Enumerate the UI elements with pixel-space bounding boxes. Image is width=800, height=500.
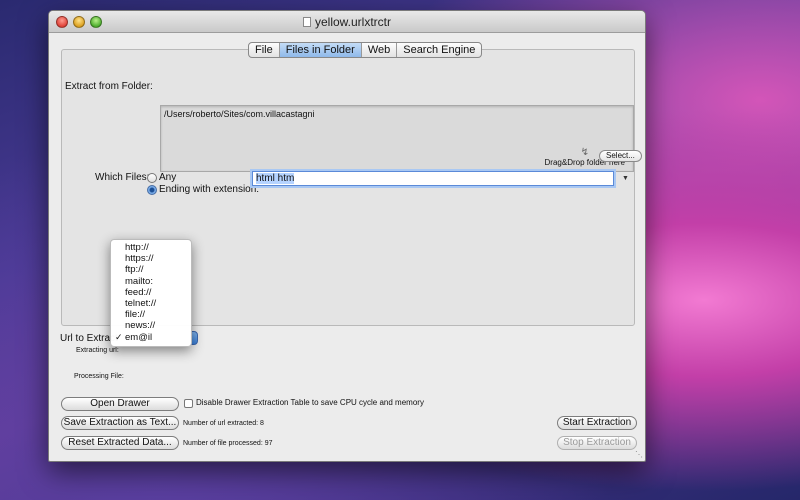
menu-item-label: mailto: bbox=[125, 275, 153, 287]
reset-extracted-data-button[interactable]: Reset Extracted Data... bbox=[61, 436, 179, 450]
which-files-label: Which Files: bbox=[95, 172, 150, 183]
stop-extraction-button: Stop Extraction bbox=[557, 436, 637, 450]
disable-drawer-checkbox[interactable] bbox=[184, 399, 193, 408]
document-icon bbox=[302, 17, 311, 27]
start-extraction-button[interactable]: Start Extraction bbox=[557, 416, 637, 430]
disable-drawer-label: Disable Drawer Extraction Table to save … bbox=[196, 398, 424, 407]
menu-item-http[interactable]: http:// bbox=[111, 242, 191, 253]
menu-item-telnet[interactable]: telnet:// bbox=[111, 298, 191, 309]
extract-folder-label: Extract from Folder: bbox=[65, 81, 153, 92]
menu-item-label: https:// bbox=[125, 253, 154, 265]
radio-any[interactable] bbox=[147, 173, 157, 183]
menu-item-label: http:// bbox=[125, 242, 149, 253]
title-bar[interactable]: yellow.urlxtrctr bbox=[49, 11, 645, 33]
url-type-menu: http:// https:// ftp:// mailto: feed:// … bbox=[110, 239, 192, 347]
tab-search-engine[interactable]: Search Engine bbox=[397, 43, 481, 57]
menu-item-mailto[interactable]: mailto: bbox=[111, 276, 191, 287]
tab-files-in-folder[interactable]: Files in Folder bbox=[279, 43, 362, 57]
menu-item-ftp[interactable]: ftp:// bbox=[111, 264, 191, 275]
menu-item-label: em@il bbox=[125, 331, 153, 343]
menu-item-https[interactable]: https:// bbox=[111, 253, 191, 264]
tab-file[interactable]: File bbox=[249, 43, 280, 57]
radio-ending-with-extension[interactable] bbox=[147, 185, 157, 195]
app-window: yellow.urlxtrctr File Files in Folder We… bbox=[48, 10, 646, 462]
select-folder-button[interactable]: Select... bbox=[599, 150, 642, 162]
tab-web[interactable]: Web bbox=[362, 43, 398, 57]
extracting-url-label: Extracting url: bbox=[76, 347, 119, 354]
menu-item-file[interactable]: file:// bbox=[111, 309, 191, 320]
extension-input-value: html htm bbox=[256, 173, 295, 184]
menu-item-label: feed:// bbox=[125, 286, 152, 298]
menu-item-label: news:// bbox=[125, 320, 156, 332]
window-title-text: yellow.urlxtrctr bbox=[314, 15, 391, 29]
window-title: yellow.urlxtrctr bbox=[49, 15, 645, 29]
folder-drop-zone[interactable]: /Users/roberto/Sites/com.villacastagni ↯… bbox=[160, 105, 634, 172]
menu-item-feed[interactable]: feed:// bbox=[111, 287, 191, 298]
extension-dropdown-arrow-icon[interactable]: ▼ bbox=[622, 175, 629, 182]
menu-item-news[interactable]: news:// bbox=[111, 320, 191, 331]
open-drawer-button[interactable]: Open Drawer bbox=[61, 397, 179, 411]
radio-extension-label: Ending with extension: bbox=[159, 184, 260, 195]
extension-input[interactable]: html htm bbox=[252, 171, 614, 186]
files-processed-count: Number of file processed: 97 bbox=[183, 440, 273, 447]
menu-item-email[interactable]: ✓ em@il bbox=[111, 332, 191, 343]
menu-item-label: file:// bbox=[125, 309, 146, 321]
processing-file-label: Processing File: bbox=[74, 373, 124, 380]
urls-extracted-count: Number of url extracted: 8 bbox=[183, 420, 264, 427]
source-tabs: File Files in Folder Web Search Engine bbox=[248, 42, 483, 58]
save-extraction-button[interactable]: Save Extraction as Text... bbox=[61, 416, 179, 430]
resize-grip-icon[interactable]: ⋱ bbox=[635, 450, 643, 459]
checkmark-icon: ✓ bbox=[115, 331, 123, 342]
folder-path: /Users/roberto/Sites/com.villacastagni bbox=[164, 109, 315, 119]
menu-item-label: telnet:// bbox=[125, 297, 157, 309]
menu-item-label: ftp:// bbox=[125, 264, 144, 276]
radio-any-label: Any bbox=[159, 172, 177, 183]
